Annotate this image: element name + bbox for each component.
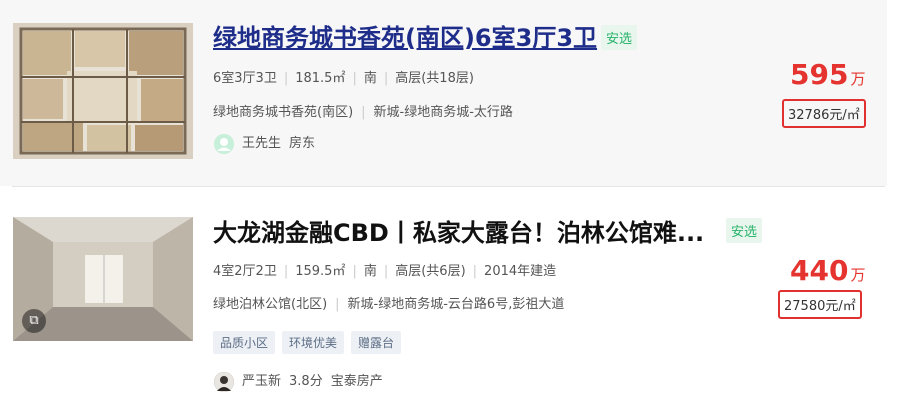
- agent-name: 严玉新: [242, 374, 282, 389]
- feature-tags: 品质小区 环境优美 赠露台: [213, 331, 408, 354]
- listing-address: 绿地泊林公馆(北区) | 新城-绿地商务城-云台路6号,彭祖大道: [213, 297, 565, 312]
- spec-built-year: 2014年建造: [484, 264, 557, 279]
- agent-role: 房东: [289, 136, 316, 151]
- price-value: 440: [790, 254, 849, 287]
- spec-orientation: 南: [363, 71, 377, 86]
- vr-view-icon[interactable]: ⧉: [22, 309, 46, 333]
- total-price: 440 万: [790, 254, 865, 287]
- listing-card-1[interactable]: 绿地商务城书香苑(南区)6室3厅3卫 安选 6室3厅3卫 | 181.5㎡ | 南 | 高层…: [0, 0, 887, 186]
- listing-title[interactable]: 大龙湖金融CBD丨私家大露台！泊林公馆难...: [213, 213, 704, 248]
- feature-tag: 赠露台: [351, 331, 402, 354]
- agent-score: 3.8分: [289, 374, 323, 389]
- listing-specs: 6室3厅3卫 | 181.5㎡ | 南 | 高层(共18层): [213, 71, 474, 86]
- verified-badge: 安选: [601, 25, 638, 50]
- listing-card-2[interactable]: ⧉ 大龙湖金融CBD丨私家大露台！泊林公馆难... 安选 4室2厅2卫 | 159.…: [0, 190, 887, 403]
- unit-price: 27580元/㎡: [778, 290, 862, 319]
- floorplan-thumbnail[interactable]: [13, 23, 193, 159]
- price-value: 595: [790, 58, 849, 91]
- verified-badge: 安选: [726, 218, 763, 243]
- agent-avatar-image: [214, 371, 234, 392]
- location: 新城-绿地商务城-云台路6号,彭祖大道: [347, 297, 565, 312]
- agent-info: 王先生 房东: [214, 132, 315, 154]
- feature-tag: 环境优美: [282, 331, 345, 354]
- price-unit: 万: [850, 70, 866, 88]
- location: 新城-绿地商务城-太行路: [373, 105, 513, 120]
- spec-floor: 高层(共18层): [395, 71, 474, 86]
- person-icon: [214, 133, 234, 154]
- spec-orientation: 南: [363, 264, 377, 279]
- total-price: 595 万: [790, 58, 865, 91]
- spec-floor: 高层(共6层): [395, 264, 466, 279]
- agent-photo-avatar[interactable]: [214, 371, 234, 392]
- community-name[interactable]: 绿地泊林公馆(北区): [213, 297, 327, 312]
- listing-address: 绿地商务城书香苑(南区) | 新城-绿地商务城-太行路: [213, 105, 513, 120]
- agent-name: 王先生: [242, 136, 282, 151]
- agent-company: 宝泰房产: [330, 374, 383, 389]
- agent-info: 严玉新 3.8分 宝泰房产: [214, 370, 383, 392]
- listing-specs: 4室2厅2卫 | 159.5㎡ | 南 | 高层(共6层) | 2014年建造: [213, 264, 557, 279]
- floorplan-image: [13, 23, 193, 159]
- green-person-avatar-icon: [214, 133, 234, 154]
- listing-title[interactable]: 绿地商务城书香苑(南区)6室3厅3卫: [213, 18, 597, 53]
- spec-area: 159.5㎡: [295, 264, 346, 279]
- price-unit: 万: [850, 266, 866, 284]
- spec-area: 181.5㎡: [295, 71, 346, 86]
- room-photo-thumbnail[interactable]: ⧉: [13, 217, 193, 341]
- spec-layout: 4室2厅2卫: [213, 264, 277, 279]
- spec-layout: 6室3厅3卫: [213, 71, 277, 86]
- divider: [12, 186, 885, 187]
- community-name[interactable]: 绿地商务城书香苑(南区): [213, 105, 353, 120]
- feature-tag: 品质小区: [213, 331, 276, 354]
- unit-price: 32786元/㎡: [782, 99, 866, 128]
